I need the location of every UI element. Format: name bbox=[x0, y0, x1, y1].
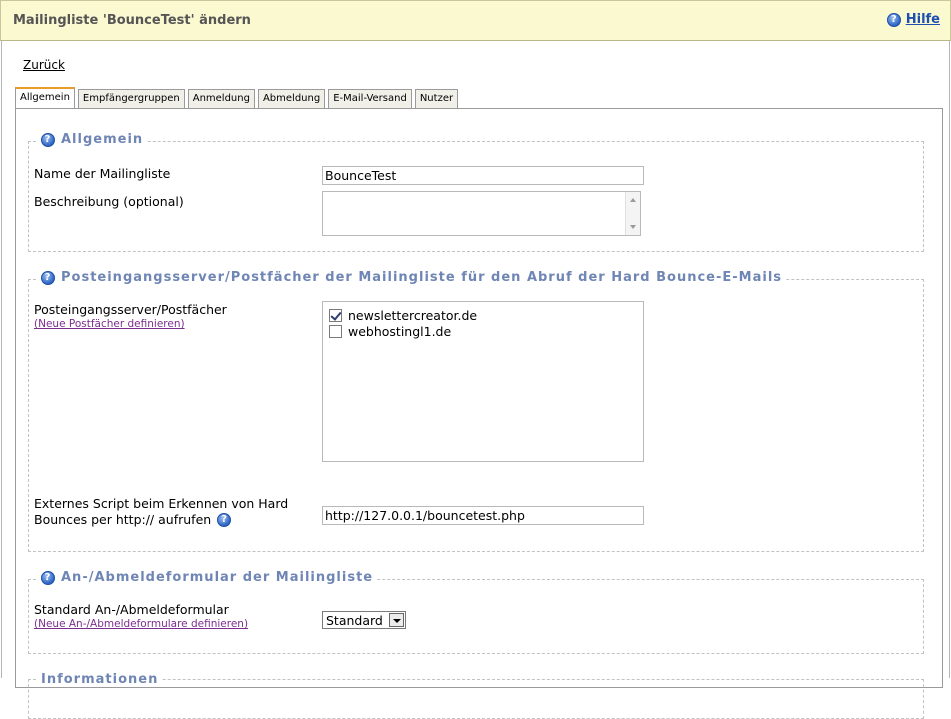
scroll-down-icon[interactable] bbox=[630, 225, 636, 229]
tab-email-versand[interactable]: E-Mail-Versand bbox=[328, 89, 412, 108]
forms-legend: ? An-/Abmeldeformular der Mailingliste bbox=[37, 570, 378, 585]
tab-empfaengergruppen[interactable]: Empfängergruppen bbox=[77, 89, 185, 108]
name-input[interactable]: BounceTest bbox=[322, 166, 644, 185]
form-select[interactable]: Standard bbox=[322, 611, 406, 629]
description-label: Beschreibung (optional) bbox=[34, 194, 184, 209]
description-textarea[interactable] bbox=[322, 191, 641, 236]
server-label-newslettercreator: newslettercreator.de bbox=[348, 307, 478, 323]
general-legend: ? Allgemein bbox=[37, 132, 148, 147]
question-icon[interactable]: ? bbox=[41, 132, 55, 147]
bounce-legend: ? Posteingangsserver/Postfächer der Mail… bbox=[37, 270, 787, 285]
question-icon[interactable]: ? bbox=[41, 270, 55, 285]
servers-listbox: newslettercreator.de webhostingl1.de bbox=[322, 301, 644, 462]
question-icon[interactable]: ? bbox=[886, 12, 901, 27]
form-select-value: Standard bbox=[326, 612, 383, 628]
script-label-line1: Externes Script beim Erkennen von Hard bbox=[34, 496, 289, 511]
server-checkbox-webhostingl1[interactable] bbox=[329, 324, 342, 338]
info-legend-text: Informationen bbox=[41, 672, 159, 687]
server-item-webhostingl1[interactable]: webhostingl1.de bbox=[323, 323, 643, 339]
script-url-input[interactable]: http://127.0.0.1/bouncetest.php bbox=[322, 506, 644, 525]
page-title: Mailingliste 'BounceTest' ändern bbox=[13, 13, 251, 28]
tab-anmeldung[interactable]: Anmeldung bbox=[187, 89, 255, 108]
name-label: Name der Mailingliste bbox=[34, 166, 171, 181]
server-label-webhostingl1: webhostingl1.de bbox=[348, 323, 452, 339]
script-label-line2-wrap: Bounces per http:// aufrufen ? bbox=[34, 512, 288, 528]
help-area: ? Hilfe bbox=[886, 12, 940, 27]
tab-abmeldung[interactable]: Abmeldung bbox=[257, 89, 326, 108]
description-scrollbar[interactable] bbox=[625, 192, 640, 235]
script-label: Externes Script beim Erkennen von Hard B… bbox=[34, 496, 288, 528]
server-item-newslettercreator[interactable]: newslettercreator.de bbox=[323, 307, 643, 323]
question-icon[interactable]: ? bbox=[41, 570, 55, 585]
new-mailboxes-link[interactable]: (Neue Postfächer definieren) bbox=[34, 318, 185, 330]
script-label-line2: Bounces per http:// aufrufen bbox=[34, 512, 212, 527]
info-legend: Informationen bbox=[37, 672, 163, 687]
new-forms-link[interactable]: (Neue An-/Abmeldeformulare definieren) bbox=[34, 618, 248, 630]
tab-panel: ? Allgemein Name der Mailingliste Bounce… bbox=[15, 108, 943, 719]
server-checkbox-newslettercreator[interactable] bbox=[329, 308, 342, 322]
servers-label: Posteingangsserver/Postfächer bbox=[34, 302, 227, 317]
tab-nutzer[interactable]: Nutzer bbox=[414, 89, 459, 108]
title-bar: Mailingliste 'BounceTest' ändern ? Hilfe bbox=[0, 0, 951, 41]
help-link[interactable]: Hilfe bbox=[906, 12, 940, 27]
bounce-legend-text: Posteingangsserver/Postfächer der Mailin… bbox=[61, 270, 783, 285]
scroll-up-icon[interactable] bbox=[630, 198, 636, 202]
forms-legend-text: An-/Abmeldeformular der Mailingliste bbox=[61, 570, 374, 585]
info-section: Informationen bbox=[28, 672, 924, 719]
general-legend-text: Allgemein bbox=[61, 132, 144, 147]
back-link[interactable]: Zurück bbox=[23, 58, 65, 72]
chevron-down-icon[interactable] bbox=[389, 613, 404, 627]
question-icon[interactable]: ? bbox=[217, 513, 232, 527]
tab-allgemein[interactable]: Allgemein bbox=[15, 87, 75, 108]
tab-bar: Allgemein Empfängergruppen Anmeldung Abm… bbox=[15, 87, 461, 108]
form-label: Standard An-/Abmeldeformular bbox=[34, 602, 229, 617]
